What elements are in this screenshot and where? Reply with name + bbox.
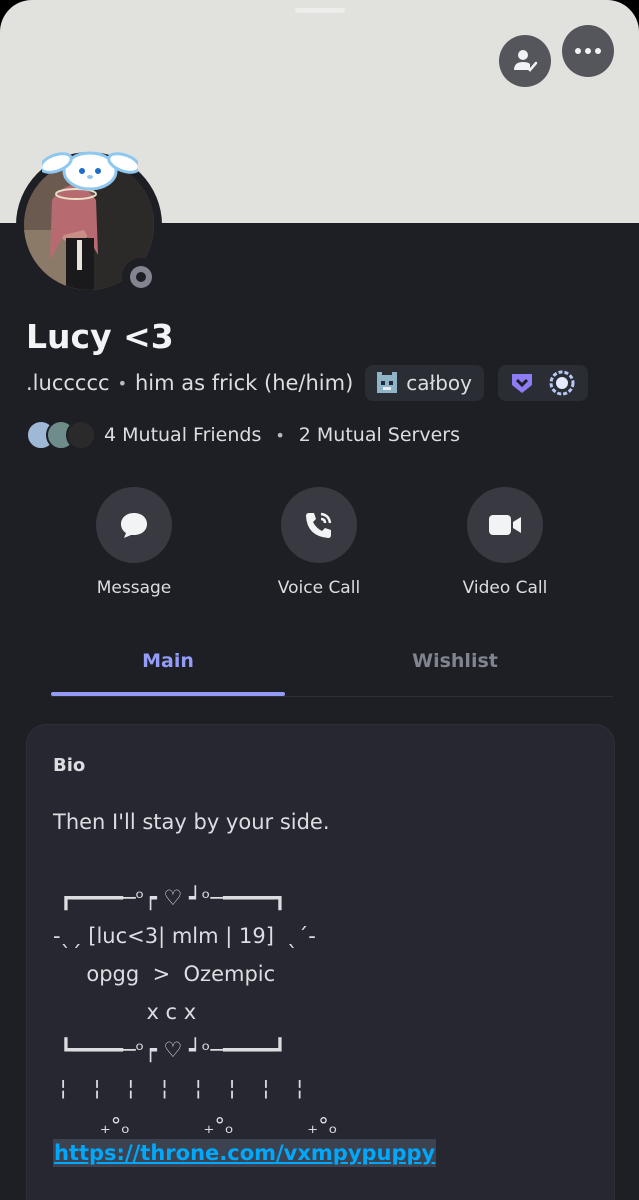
profile-tabs: Main Wishlist [26, 640, 614, 698]
voice-call-button[interactable] [281, 487, 357, 563]
message-label: Message [96, 578, 172, 598]
voice-call-label: Voice Call [277, 578, 361, 598]
more-options-button[interactable] [562, 25, 614, 77]
chat-bubble-icon [121, 513, 147, 538]
profile-sheet: Lucy <3 .luccccc • him as frick (he/him)… [0, 0, 639, 1200]
mutuals-row[interactable]: 4 Mutual Friends • 2 Mutual Servers [26, 420, 460, 450]
bio-title: Bio [53, 755, 86, 776]
video-call-button[interactable] [467, 487, 543, 563]
tabs-divider [51, 696, 613, 697]
badges [498, 365, 588, 401]
friend-status-button[interactable] [499, 35, 551, 87]
separator-dot: • [117, 373, 127, 393]
avatar-decoration-bunny [42, 151, 138, 191]
video-call-label: Video Call [462, 578, 548, 598]
status-indicator [122, 258, 160, 296]
laurel-badge-icon[interactable] [548, 369, 576, 397]
tab-main[interactable]: Main [51, 650, 285, 690]
voice-call-action[interactable]: Voice Call [244, 487, 394, 598]
bio-link[interactable]: https://throne.com/vxmpypuppy [53, 1139, 437, 1167]
sheet-grabber[interactable] [295, 8, 345, 13]
hypesquad-badge-icon[interactable] [510, 371, 534, 395]
mutual-avatar [66, 420, 96, 450]
bio-text: Then I'll stay by your side. ┏━━━━─ᵒ┍ ♡ … [53, 810, 338, 1138]
display-name: Lucy <3 [26, 317, 174, 356]
phone-icon [306, 512, 332, 538]
mutual-servers[interactable]: 2 Mutual Servers [299, 424, 460, 446]
separator-dot: • [275, 425, 285, 445]
bio-card: Bio Then I'll stay by your side. ┏━━━━─ᵒ… [26, 724, 615, 1200]
server-tag[interactable]: całboy [365, 365, 484, 401]
video-call-action[interactable]: Video Call [430, 487, 580, 598]
video-camera-icon [489, 515, 521, 535]
message-button[interactable] [96, 487, 172, 563]
person-check-icon [514, 50, 538, 72]
message-action[interactable]: Message [59, 487, 209, 598]
pronouns: him as frick (he/him) [135, 371, 354, 395]
server-tag-label: całboy [406, 371, 472, 395]
tab-wishlist[interactable]: Wishlist [316, 650, 594, 690]
username[interactable]: .luccccc [26, 371, 110, 395]
pixel-cat-icon [377, 372, 398, 393]
username-row: .luccccc • him as frick (he/him) całboy [26, 365, 588, 401]
mutual-friends[interactable]: 4 Mutual Friends [104, 424, 261, 446]
more-horizontal-icon [575, 48, 601, 54]
